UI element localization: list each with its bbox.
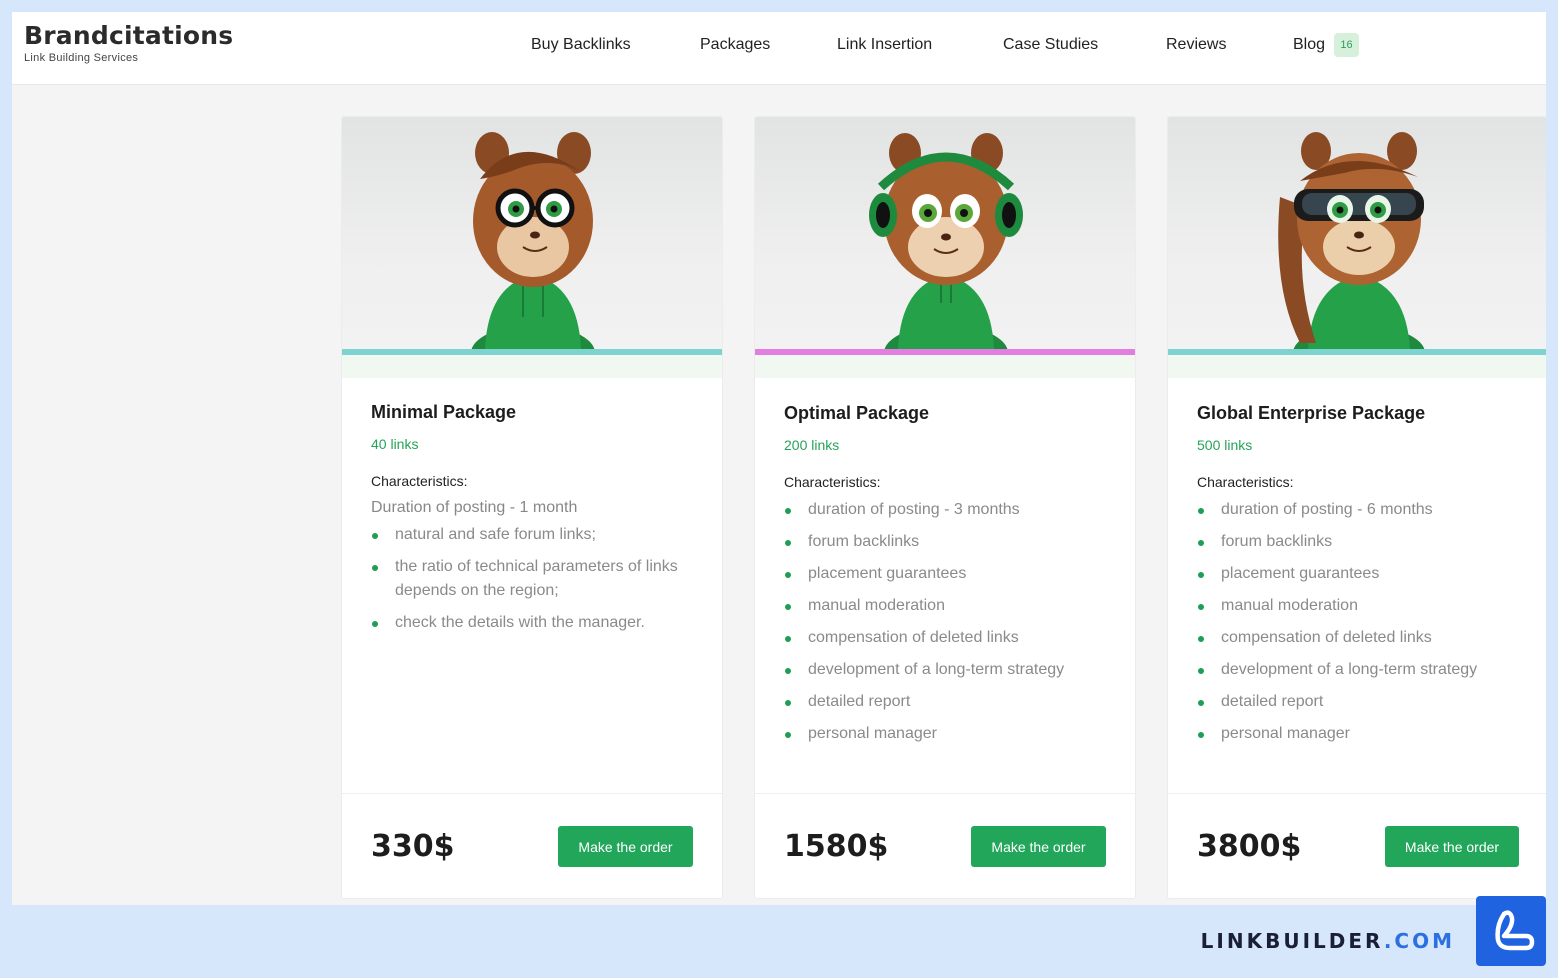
package-title: Minimal Package [371, 402, 517, 422]
characteristics-label: Characteristics: [784, 474, 881, 490]
nav-packages[interactable]: Packages [700, 36, 770, 54]
feature-item: forum backlinks [784, 530, 1114, 554]
blog-count-badge: 16 [1334, 33, 1359, 57]
nav-reviews[interactable]: Reviews [1166, 36, 1226, 54]
browser-frame: Brandcitations Link Building Services Bu… [12, 12, 1546, 905]
package-card-optimal: Optimal Package 200 links Characteristic… [754, 116, 1136, 899]
feature-list: duration of posting - 6 months forum bac… [1197, 498, 1527, 754]
feature-item: natural and safe forum links; [371, 523, 701, 547]
package-card-global-enterprise: Global Enterprise Package 500 links Char… [1167, 116, 1546, 899]
brand-name: LINKBUILDER [1200, 929, 1384, 953]
feature-item: duration of posting - 3 months [784, 498, 1114, 522]
feature-list: duration of posting - 3 months forum bac… [784, 498, 1114, 754]
feature-item: placement guarantees [784, 562, 1114, 586]
logo-subtitle: Link Building Services [24, 52, 139, 64]
feature-item: personal manager [784, 722, 1114, 746]
feature-item: manual moderation [784, 594, 1114, 618]
nav-buy-backlinks[interactable]: Buy Backlinks [531, 36, 631, 54]
logo-title: Brandcitations [24, 21, 234, 50]
package-title: Global Enterprise Package [1197, 403, 1426, 423]
feature-item: placement guarantees [1197, 562, 1527, 586]
package-title: Optimal Package [784, 403, 930, 423]
card-band [755, 355, 1135, 378]
card-divider [755, 793, 1135, 794]
package-price: 330$ [371, 829, 455, 864]
feature-item: development of a long-term strategy [1197, 658, 1527, 682]
package-price: 1580$ [784, 829, 889, 864]
squirrel-mascot-image [755, 117, 1135, 349]
posting-duration: Duration of posting - 1 month [371, 499, 578, 516]
card-band [1168, 355, 1546, 378]
feature-item: detailed report [784, 690, 1114, 714]
links-count: 40 links [371, 436, 419, 452]
site-logo[interactable]: Brandcitations Link Building Services [24, 21, 234, 65]
feature-item: the ratio of technical parameters of lin… [371, 555, 701, 603]
feature-item: development of a long-term strategy [784, 658, 1114, 682]
nav-link-insertion[interactable]: Link Insertion [837, 36, 932, 54]
package-card-minimal: Minimal Package 40 links Characteristics… [341, 116, 723, 899]
characteristics-label: Characteristics: [1197, 474, 1294, 490]
feature-item: detailed report [1197, 690, 1527, 714]
nav-case-studies[interactable]: Case Studies [1003, 36, 1098, 54]
squirrel-mascot-image [342, 117, 722, 349]
make-order-button[interactable]: Make the order [558, 826, 693, 867]
linkbuilder-wordmark: LINKBUILDER.COM [1201, 929, 1455, 953]
feature-item: compensation of deleted links [1197, 626, 1527, 650]
feature-item: check the details with the manager. [371, 611, 701, 635]
package-price: 3800$ [1197, 829, 1302, 864]
feature-list: natural and safe forum links; the ratio … [371, 523, 701, 643]
brand-tld: .COM [1383, 929, 1455, 953]
nav-blog[interactable]: Blog [1293, 36, 1325, 54]
feature-item: forum backlinks [1197, 530, 1527, 554]
feature-item: compensation of deleted links [784, 626, 1114, 650]
make-order-button[interactable]: Make the order [971, 826, 1106, 867]
linkbuilder-logo-icon [1476, 896, 1546, 966]
links-count: 200 links [784, 437, 840, 453]
site-header: Brandcitations Link Building Services Bu… [12, 12, 1546, 85]
feature-item: manual moderation [1197, 594, 1527, 618]
links-count: 500 links [1197, 437, 1253, 453]
card-divider [342, 793, 722, 794]
feature-item: personal manager [1197, 722, 1527, 746]
card-divider [1168, 793, 1546, 794]
characteristics-label: Characteristics: [371, 473, 468, 489]
squirrel-mascot-image [1168, 117, 1546, 349]
feature-item: duration of posting - 6 months [1197, 498, 1527, 522]
make-order-button[interactable]: Make the order [1385, 826, 1519, 867]
card-band [342, 355, 722, 378]
